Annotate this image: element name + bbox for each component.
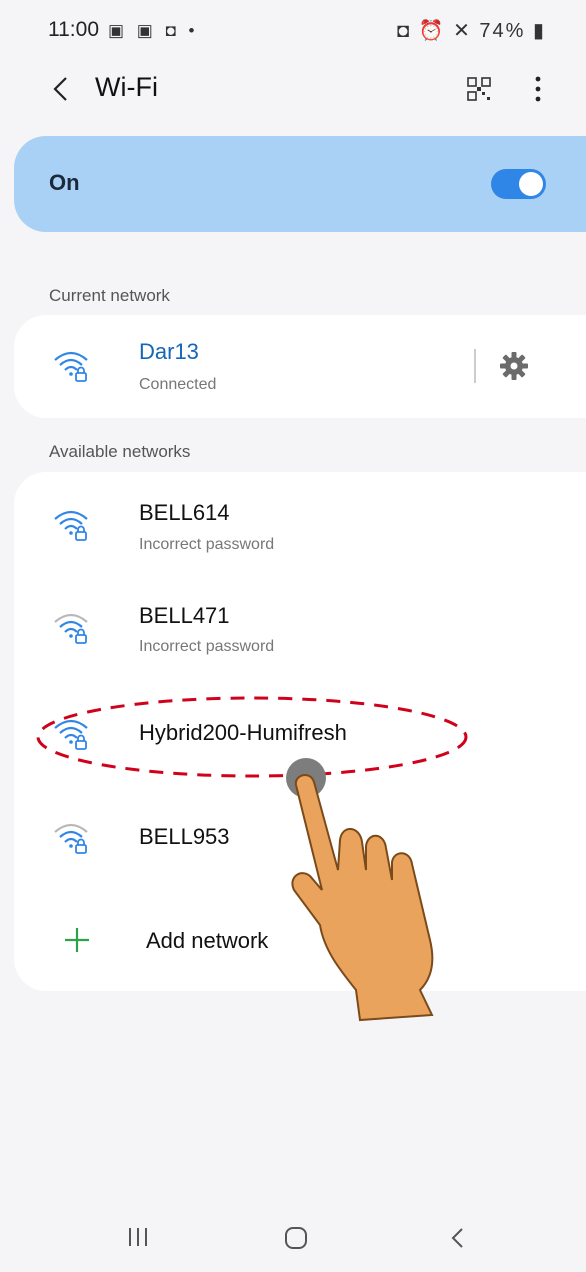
wifi-lock-icon xyxy=(54,613,88,644)
available-networks-heading: Available networks xyxy=(49,442,191,461)
network-name: BELL614 xyxy=(139,500,230,525)
vertical-divider xyxy=(474,349,476,383)
battery-percent: 74% xyxy=(479,20,526,42)
app-header xyxy=(0,62,586,122)
wifi-lock-icon xyxy=(54,823,88,854)
network-row-bell614[interactable] xyxy=(14,482,586,574)
wifi-lock-icon xyxy=(54,351,88,382)
network-status: Incorrect password xyxy=(139,536,275,553)
more-vert-icon[interactable] xyxy=(530,74,546,104)
back-icon[interactable] xyxy=(448,1226,468,1250)
plus-icon xyxy=(65,928,89,952)
qr-code-icon[interactable] xyxy=(466,76,492,102)
connected-network-name: Dar13 xyxy=(139,339,199,364)
chevron-left-icon[interactable] xyxy=(46,74,76,104)
wifi-lock-icon xyxy=(54,510,88,541)
battery-icon: ▮ xyxy=(532,20,546,42)
network-status: Incorrect password xyxy=(139,638,275,655)
network-name: BELL471 xyxy=(139,603,230,628)
notification-icons: ▣ ▣ ◘ • xyxy=(108,21,199,40)
page-title: Wi-Fi xyxy=(95,72,158,102)
current-network-heading: Current network xyxy=(49,286,170,305)
wifi-state-label: On xyxy=(49,170,80,195)
gear-icon[interactable] xyxy=(498,350,530,382)
network-row-bell471[interactable] xyxy=(14,584,586,676)
system-status-icons: ◘ ⏰ ✕ 74% ▮ xyxy=(397,18,546,43)
wifi-toggle-switch[interactable] xyxy=(491,169,546,199)
add-network-label: Add network xyxy=(146,928,269,953)
home-icon[interactable] xyxy=(284,1226,308,1250)
toggle-knob xyxy=(519,172,543,196)
recent-apps-icon[interactable] xyxy=(126,1226,150,1248)
connected-network-status: Connected xyxy=(139,376,217,393)
status-icons: ◘ ⏰ ✕ xyxy=(396,20,480,42)
network-name: BELL953 xyxy=(139,824,230,849)
status-time: 11:00 xyxy=(48,18,99,41)
pointing-hand-icon xyxy=(286,758,434,1022)
